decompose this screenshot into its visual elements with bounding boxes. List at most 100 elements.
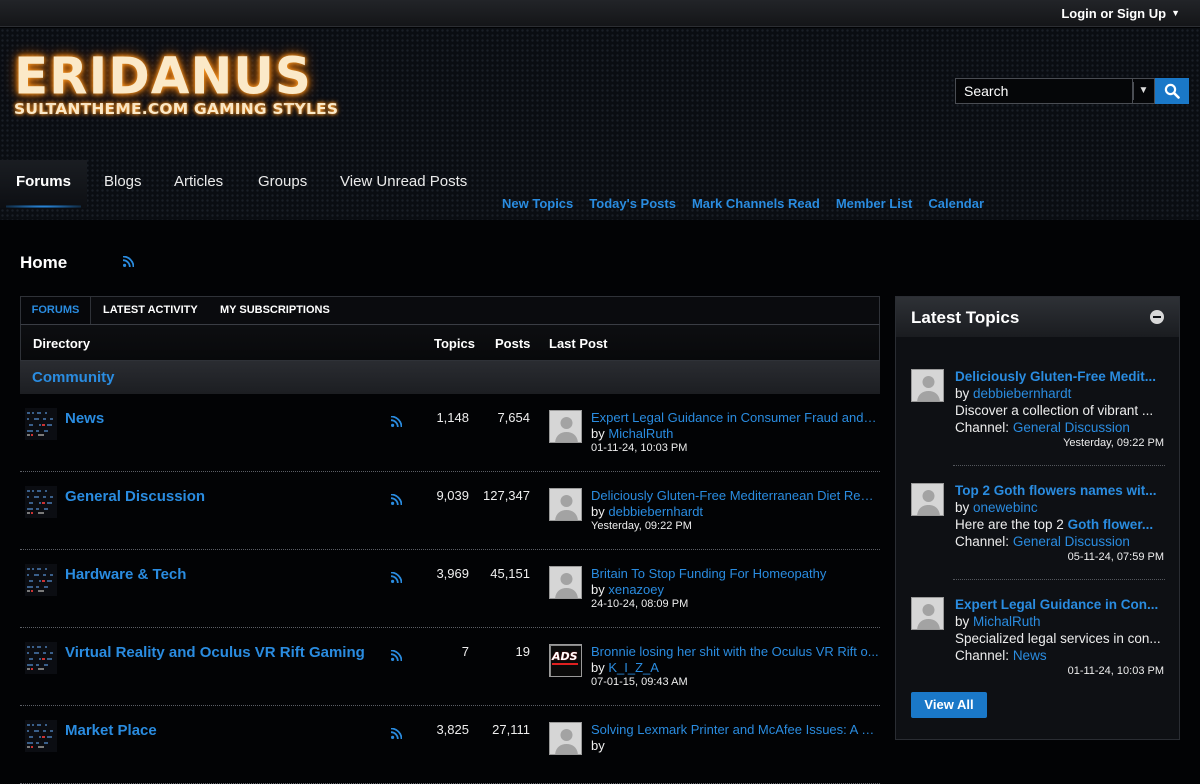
nav-tab-blogs[interactable]: Blogs (104, 160, 142, 208)
collapse-icon[interactable] (1150, 310, 1164, 324)
topic-snippet: Here are the top 2 Goth flower... (955, 517, 1164, 532)
topic-channel: Channel: News (955, 648, 1047, 663)
divider (953, 579, 1165, 580)
last-post-date: 01-11-24, 10:03 PM (591, 442, 688, 454)
forum-name-link[interactable]: Virtual Reality and Oculus VR Rift Gamin… (65, 644, 365, 661)
search-options-dropdown[interactable]: ▼ (1133, 78, 1155, 104)
subnav-new-topics[interactable]: New Topics (502, 196, 573, 211)
snippet-link[interactable]: Goth flower... (1068, 517, 1154, 532)
channel-label: Channel: (955, 534, 1010, 549)
channel-link[interactable]: General Discussion (1013, 420, 1130, 435)
last-post-title-link[interactable]: Expert Legal Guidance in Consumer Fraud … (591, 410, 879, 425)
topic-snippet: Specialized legal services in con... (955, 631, 1164, 646)
search-button[interactable] (1155, 78, 1189, 104)
avatar[interactable]: ADS (549, 644, 582, 677)
last-post-author: by xenazoey (591, 582, 664, 597)
subnav-todays-posts[interactable]: Today's Posts (589, 196, 676, 211)
topic-author: by MichalRuth (955, 614, 1041, 629)
rss-icon[interactable] (390, 648, 403, 666)
forum-name-link[interactable]: General Discussion (65, 488, 205, 505)
forum-topics-count: 3,969 (436, 566, 469, 581)
tab-my-subscriptions[interactable]: MY SUBSCRIPTIONS (220, 297, 330, 324)
by-label: by (591, 504, 605, 519)
latest-topics-widget: Latest Topics Deliciously Gluten-Free Me… (895, 296, 1180, 740)
last-post-user-link[interactable]: xenazoey (608, 582, 664, 597)
last-post-title-link[interactable]: Bronnie losing her shit with the Oculus … (591, 644, 879, 659)
avatar[interactable] (549, 410, 582, 443)
forum-icon (25, 720, 57, 752)
last-post-author: by K_I_Z_A (591, 660, 659, 675)
topic-title-link[interactable]: Expert Legal Guidance in Con... (955, 597, 1164, 612)
last-post-title-link[interactable]: Britain To Stop Funding For Homeopathy (591, 566, 879, 581)
caret-down-icon: ▼ (1171, 8, 1180, 18)
channel-link[interactable]: General Discussion (1013, 534, 1130, 549)
top-bar: Login or Sign Up ▼ (0, 0, 1200, 27)
avatar[interactable] (549, 488, 582, 521)
by-label: by (591, 738, 605, 753)
nav-tab-articles[interactable]: Articles (174, 160, 223, 208)
last-post-user-link[interactable]: debbiebernhardt (608, 504, 703, 519)
site-logo[interactable]: ERIDANUS SULTANTHEME.COM GAMING STYLES (14, 49, 338, 118)
column-topics: Topics (434, 336, 475, 351)
rss-icon[interactable] (390, 726, 403, 744)
snippet-text: Here are the top 2 (955, 517, 1068, 532)
by-label: by (591, 426, 605, 441)
last-post-user-link[interactable]: K_I_Z_A (608, 660, 659, 675)
last-post-title-link[interactable]: Deliciously Gluten-Free Mediterranean Di… (591, 488, 879, 503)
forum-posts-count: 127,347 (483, 488, 530, 503)
snippet-text: Specialized legal services in con... (955, 631, 1161, 646)
avatar[interactable] (549, 722, 582, 755)
tab-forums[interactable]: FORUMS (21, 297, 91, 325)
subnav-calendar[interactable]: Calendar (928, 196, 984, 211)
forum-posts-count: 45,151 (490, 566, 530, 581)
nav-tab-view-unread-posts[interactable]: View Unread Posts (340, 160, 467, 208)
tab-latest-activity[interactable]: LATEST ACTIVITY (103, 297, 198, 324)
avatar[interactable] (911, 597, 944, 630)
rss-icon[interactable] (390, 570, 403, 588)
view-all-button[interactable]: View All (911, 692, 987, 718)
rss-icon[interactable] (390, 414, 403, 432)
avatar[interactable] (911, 369, 944, 402)
forum-tabs: FORUMS LATEST ACTIVITY MY SUBSCRIPTIONS (20, 296, 880, 325)
by-label: by (591, 582, 605, 597)
rss-icon[interactable] (390, 492, 403, 510)
topic-title-link[interactable]: Top 2 Goth flowers names wit... (955, 483, 1164, 498)
rss-icon[interactable] (123, 256, 134, 267)
by-label: by (955, 386, 970, 401)
avatar[interactable] (549, 566, 582, 599)
topic-user-link[interactable]: debbiebernhardt (973, 386, 1071, 401)
subnav-member-list[interactable]: Member List (836, 196, 913, 211)
forum-row: General Discussion 9,039 127,347 Deliciousl… (20, 472, 880, 550)
forum-name-link[interactable]: Market Place (65, 722, 157, 739)
subnav-mark-channels-read[interactable]: Mark Channels Read (692, 196, 820, 211)
forum-name-link[interactable]: Hardware & Tech (65, 566, 186, 583)
nav-tab-groups[interactable]: Groups (258, 160, 307, 208)
forum-topics-count: 9,039 (436, 488, 469, 503)
forum-icon (25, 408, 57, 440)
last-post-date: Yesterday, 09:22 PM (591, 520, 692, 532)
forum-icon (25, 642, 57, 674)
forum-topics-count: 1,148 (436, 410, 469, 425)
topic-title-link[interactable]: Deliciously Gluten-Free Medit... (955, 369, 1164, 384)
search-input[interactable] (955, 78, 1133, 104)
column-last-post: Last Post (549, 336, 608, 351)
login-signup-link[interactable]: Login or Sign Up ▼ (1061, 6, 1180, 21)
forum-posts-count: 27,111 (492, 722, 530, 737)
widget-title: Latest Topics (911, 308, 1020, 327)
last-post-date: 07-01-15, 09:43 AM (591, 676, 688, 688)
widget-header: Latest Topics (896, 297, 1179, 337)
topic-user-link[interactable]: onewebinc (973, 500, 1038, 515)
avatar[interactable] (911, 483, 944, 516)
topic-snippet: Discover a collection of vibrant ... (955, 403, 1164, 418)
main-nav: Forums Blogs Articles Groups View Unread… (0, 160, 520, 208)
nav-tab-forums[interactable]: Forums (0, 160, 87, 208)
section-community[interactable]: Community (20, 361, 880, 394)
last-post-title-link[interactable]: Solving Lexmark Printer and McAfee Issue… (591, 722, 879, 737)
last-post-author: by (591, 738, 605, 753)
last-post-user-link[interactable]: MichalRuth (608, 426, 673, 441)
topic-user-link[interactable]: MichalRuth (973, 614, 1041, 629)
channel-link[interactable]: News (1013, 648, 1047, 663)
breadcrumb-home[interactable]: Home (20, 253, 67, 273)
sub-nav: New Topics Today's Posts Mark Channels Rea… (502, 196, 1000, 211)
forum-name-link[interactable]: News (65, 410, 104, 427)
